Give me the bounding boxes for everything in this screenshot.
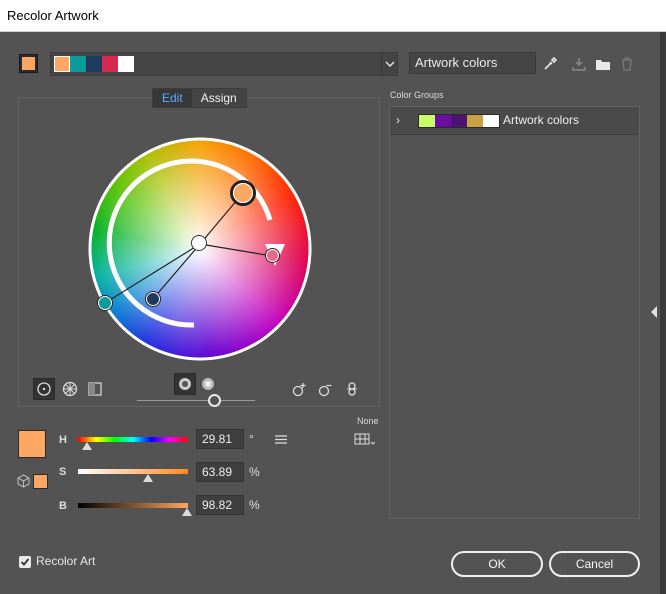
hue-value-field[interactable]: 29.81 bbox=[196, 429, 244, 449]
ok-button[interactable]: OK bbox=[451, 551, 543, 577]
color-groups-panel: › Artwork colors bbox=[389, 106, 640, 519]
saturation-unit: % bbox=[249, 465, 260, 479]
harmony-dropdown-button[interactable] bbox=[381, 53, 397, 75]
chevron-right-icon[interactable]: › bbox=[396, 113, 400, 127]
saturation-slider[interactable] bbox=[78, 469, 188, 474]
tab-edit[interactable]: Edit bbox=[153, 89, 192, 107]
segmented-wheel-icon bbox=[62, 381, 78, 397]
color-cube-icon bbox=[17, 474, 30, 488]
remove-color-icon bbox=[318, 384, 332, 397]
color-group-name: Artwork colors bbox=[503, 113, 580, 127]
segmented-wheel-button[interactable] bbox=[59, 378, 81, 400]
none-label: None bbox=[357, 416, 379, 426]
color-group-row[interactable]: › Artwork colors bbox=[390, 107, 639, 135]
brightness-label: B bbox=[59, 500, 67, 512]
hsb-menu-icon[interactable] bbox=[275, 435, 287, 444]
color-wheel[interactable] bbox=[87, 136, 313, 365]
color-bars-icon bbox=[88, 382, 102, 396]
hue-label: H bbox=[59, 434, 67, 446]
eyedropper-icon[interactable] bbox=[541, 55, 559, 73]
wheel-center-handle[interactable] bbox=[191, 235, 207, 251]
window-title: Recolor Artwork bbox=[0, 0, 666, 32]
hue-unit: ° bbox=[249, 432, 254, 446]
harmony-marker-pink[interactable] bbox=[266, 249, 279, 262]
base-color-swatch[interactable] bbox=[19, 54, 38, 73]
edit-assign-tabs: Edit Assign bbox=[152, 88, 247, 108]
harmony-marker-teal[interactable] bbox=[98, 296, 112, 310]
remove-color-tool-button[interactable] bbox=[315, 378, 337, 400]
color-bars-button[interactable] bbox=[84, 378, 106, 400]
brightness-slider-thumb[interactable] bbox=[207, 394, 221, 407]
link-harmony-colors-button[interactable] bbox=[341, 378, 363, 400]
harmony-colors-bar[interactable] bbox=[50, 52, 398, 76]
harmony-marker-navy[interactable] bbox=[146, 292, 160, 306]
tab-assign[interactable]: Assign bbox=[192, 89, 246, 107]
show-saturation-button[interactable] bbox=[174, 373, 196, 395]
recolor-art-checkbox[interactable] bbox=[19, 556, 31, 568]
recolor-art-label: Recolor Art bbox=[36, 554, 96, 568]
base-color-marker[interactable] bbox=[230, 180, 256, 206]
hue-slider-thumb[interactable] bbox=[82, 442, 93, 450]
color-group-swatches bbox=[418, 114, 500, 128]
add-color-tool-button[interactable] bbox=[289, 378, 311, 400]
brightness-bar-slider[interactable] bbox=[78, 503, 188, 508]
color-groups-label: Color Groups bbox=[390, 90, 444, 100]
folder-icon[interactable] bbox=[594, 55, 612, 73]
window-edge bbox=[660, 32, 666, 594]
saturation-slider-thumb[interactable] bbox=[143, 474, 154, 482]
color-group-name-field[interactable]: Artwork colors bbox=[409, 52, 536, 74]
add-color-icon bbox=[292, 383, 306, 397]
save-to-swatches-icon[interactable] bbox=[570, 55, 588, 73]
saturation-icon bbox=[179, 378, 191, 390]
checkmark-icon bbox=[20, 558, 30, 566]
harmony-swatch-5[interactable] bbox=[118, 56, 134, 72]
original-color-swatch[interactable] bbox=[33, 474, 48, 489]
brightness-icon bbox=[202, 378, 214, 390]
expand-panel-arrow-icon[interactable] bbox=[649, 305, 659, 319]
brightness-unit: % bbox=[249, 498, 260, 512]
brightness-bar-slider-thumb[interactable] bbox=[181, 508, 192, 516]
saturation-value-field[interactable]: 63.89 bbox=[196, 462, 244, 482]
brightness-slider-track[interactable] bbox=[137, 400, 255, 401]
show-brightness-button[interactable] bbox=[197, 373, 219, 395]
chevron-down-icon bbox=[384, 61, 395, 67]
smooth-wheel-icon bbox=[37, 382, 51, 396]
link-harmony-icon bbox=[347, 382, 357, 396]
harmony-swatch-4[interactable] bbox=[102, 56, 118, 72]
current-color-swatch[interactable] bbox=[18, 430, 46, 458]
brightness-value-field[interactable]: 98.82 bbox=[196, 495, 244, 515]
trash-icon[interactable] bbox=[618, 55, 636, 73]
harmony-swatch-2[interactable] bbox=[70, 56, 86, 72]
color-mode-menu-icon[interactable] bbox=[354, 432, 376, 446]
saturation-label: S bbox=[59, 466, 67, 478]
hue-slider[interactable] bbox=[78, 437, 188, 442]
cancel-button[interactable]: Cancel bbox=[549, 551, 640, 577]
harmony-swatch-3[interactable] bbox=[86, 56, 102, 72]
harmony-swatch-1[interactable] bbox=[54, 56, 70, 72]
smooth-wheel-button[interactable] bbox=[33, 378, 55, 400]
